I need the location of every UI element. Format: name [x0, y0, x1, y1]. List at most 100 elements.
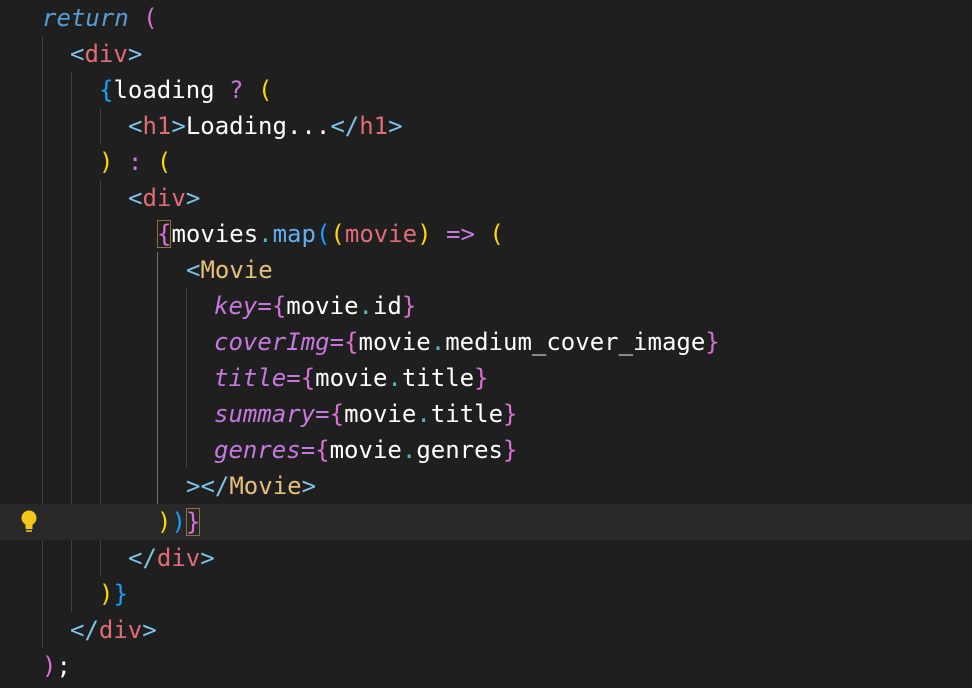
code-editor[interactable]: return ( <div> {loading ? ( <h1>Loading.…: [0, 0, 972, 688]
code-line[interactable]: ></Movie>: [0, 468, 972, 504]
code-token: .: [258, 220, 273, 248]
code-token: {: [315, 436, 330, 464]
line-code: key={movie.id}: [214, 288, 416, 324]
code-line[interactable]: <Movie: [0, 252, 972, 288]
code-token: movie: [315, 364, 388, 392]
code-token: }: [503, 436, 518, 464]
code-token: <: [128, 112, 143, 140]
code-token: ): [171, 508, 186, 536]
code-token: {: [271, 292, 287, 320]
line-code: ) : (: [99, 144, 171, 180]
code-token: :: [113, 148, 157, 176]
code-line[interactable]: title={movie.title}: [0, 360, 972, 396]
line-code: summary={movie.title}: [214, 396, 517, 432]
code-token: {: [99, 76, 114, 104]
code-token: </: [128, 544, 157, 572]
code-token: ): [157, 508, 172, 536]
code-token: genres: [214, 436, 301, 464]
code-line-current[interactable]: ))}: [0, 504, 972, 540]
code-token: movie: [344, 220, 418, 248]
code-token: h1: [142, 112, 172, 140]
code-line[interactable]: summary={movie.title}: [0, 396, 972, 432]
code-token: loading: [113, 76, 215, 104]
code-line[interactable]: return (: [0, 0, 972, 36]
code-token: }: [401, 292, 417, 320]
code-token: =: [300, 436, 316, 464]
code-line[interactable]: <div>: [0, 36, 972, 72]
code-token: ): [417, 220, 432, 248]
code-token: ): [42, 652, 57, 680]
code-line[interactable]: coverImg={movie.medium_cover_image}: [0, 324, 972, 360]
code-token: div: [98, 616, 143, 644]
line-code: title={movie.title}: [214, 360, 489, 396]
code-token: h1: [359, 112, 389, 140]
code-token: >: [142, 616, 157, 644]
code-token: </: [330, 112, 360, 140]
code-token: genres: [416, 436, 504, 464]
line-code: {loading ? (: [99, 72, 272, 108]
code-line[interactable]: </div>: [0, 612, 972, 648]
code-token: .: [387, 364, 402, 392]
code-token: div: [142, 184, 186, 212]
line-code: coverImg={movie.medium_cover_image}: [214, 324, 720, 360]
code-token: id: [372, 292, 402, 320]
code-token: ;: [56, 652, 71, 680]
code-token: >: [127, 40, 143, 68]
code-token: ></: [186, 472, 230, 500]
code-token: .: [416, 400, 431, 428]
code-token: <: [70, 40, 85, 68]
code-token: .: [430, 328, 446, 356]
code-token: map: [272, 220, 316, 248]
code-token: (: [156, 148, 172, 176]
code-token: {: [329, 400, 345, 428]
code-line[interactable]: <div>: [0, 180, 972, 216]
code-line[interactable]: )}: [0, 576, 972, 612]
code-token: =: [315, 400, 330, 428]
lightbulb-icon[interactable]: [18, 504, 40, 540]
code-token: >: [301, 472, 317, 500]
code-line[interactable]: ) : (: [0, 144, 972, 180]
code-token: div: [156, 544, 201, 572]
line-code: {movies.map((movie) => (: [157, 216, 504, 252]
code-token: >: [388, 112, 403, 140]
code-token: {: [300, 364, 316, 392]
line-code: return (: [42, 0, 158, 36]
code-line[interactable]: </div>: [0, 540, 972, 576]
code-token: </: [70, 616, 99, 644]
code-token: medium_cover_image: [445, 328, 706, 356]
code-token: movie: [286, 292, 359, 320]
code-line[interactable]: );: [0, 648, 972, 684]
code-token: (: [257, 76, 273, 104]
code-token: movie: [329, 436, 402, 464]
code-token: (: [330, 220, 345, 248]
code-token: (: [315, 220, 331, 248]
line-code: <div>: [70, 36, 142, 72]
code-token: }: [705, 328, 720, 356]
code-token: title: [430, 400, 504, 428]
code-line[interactable]: {loading ? (: [0, 72, 972, 108]
line-code: </div>: [128, 540, 215, 576]
code-token: title: [214, 364, 287, 392]
code-token: (: [143, 4, 158, 32]
code-token: >: [185, 184, 201, 212]
line-code: );: [42, 648, 71, 684]
code-line[interactable]: <h1>Loading...</h1>: [0, 108, 972, 144]
code-token: (: [489, 220, 504, 248]
code-token: >: [200, 544, 215, 572]
code-token: movie: [358, 328, 431, 356]
code-token: summary: [214, 400, 316, 428]
code-token: =: [329, 328, 345, 356]
code-token: =: [286, 364, 301, 392]
code-token: >: [171, 112, 186, 140]
line-code: genres={movie.genres}: [214, 432, 517, 468]
code-line[interactable]: key={movie.id}: [0, 288, 972, 324]
code-token: .: [401, 436, 417, 464]
code-line[interactable]: genres={movie.genres}: [0, 432, 972, 468]
line-code: <div>: [128, 180, 200, 216]
code-token: ): [99, 148, 114, 176]
code-token: return: [42, 4, 129, 32]
line-code: ></Movie>: [186, 468, 316, 504]
code-line[interactable]: {movies.map((movie) => (: [0, 216, 972, 252]
matched-bracket: }: [185, 508, 201, 536]
